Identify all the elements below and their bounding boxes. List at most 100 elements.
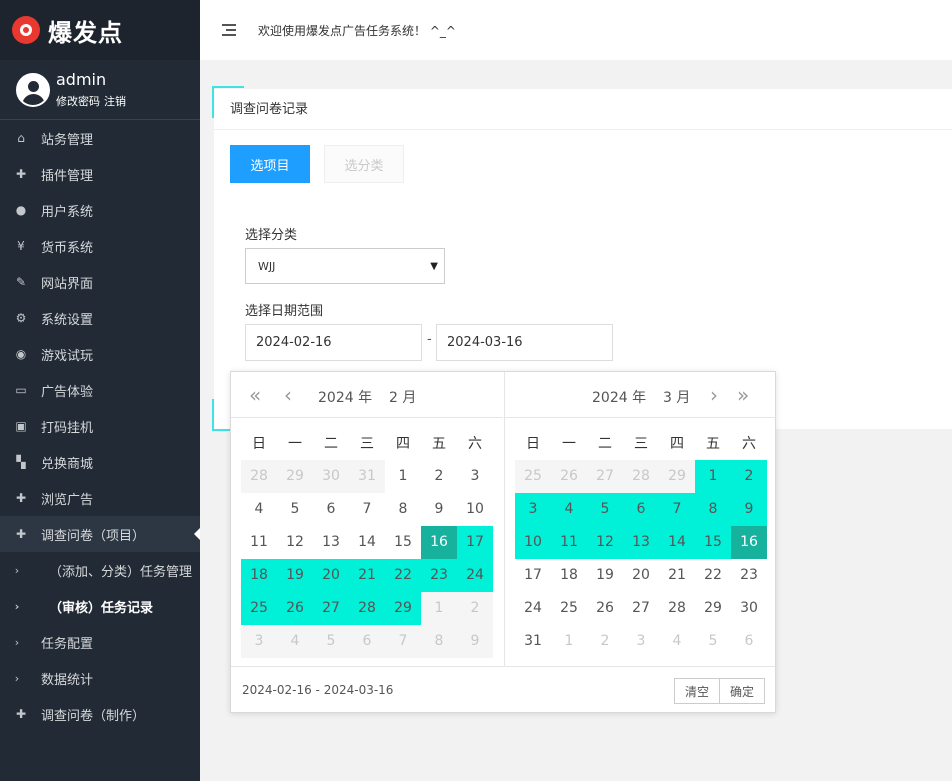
sidebar-subitem-3[interactable]: › 任务配置 xyxy=(0,624,200,660)
day-cell[interactable]: 5 xyxy=(695,625,731,658)
day-cell[interactable]: 26 xyxy=(587,592,623,625)
sidebar-item-9[interactable]: ▣ 打码挂机 xyxy=(0,408,200,444)
day-cell[interactable]: 3 xyxy=(515,493,551,526)
day-cell[interactable]: 10 xyxy=(515,526,551,559)
sidebar-item-7[interactable]: ◉ 游戏试玩 xyxy=(0,336,200,372)
day-cell[interactable]: 5 xyxy=(313,625,349,658)
day-cell[interactable]: 29 xyxy=(385,592,421,625)
day-cell[interactable]: 6 xyxy=(731,625,767,658)
day-cell[interactable]: 25 xyxy=(241,592,277,625)
day-cell[interactable]: 1 xyxy=(421,592,457,625)
day-cell[interactable]: 1 xyxy=(385,460,421,493)
day-cell[interactable]: 19 xyxy=(277,559,313,592)
sidebar-subitem-1[interactable]: › （添加、分类）任务管理 xyxy=(0,552,200,588)
day-cell[interactable]: 6 xyxy=(313,493,349,526)
day-cell[interactable]: 11 xyxy=(551,526,587,559)
day-cell[interactable]: 5 xyxy=(587,493,623,526)
menu-toggle-icon[interactable] xyxy=(222,24,238,36)
day-cell[interactable]: 14 xyxy=(349,526,385,559)
sidebar-item-5[interactable]: ✎ 网站界面 xyxy=(0,264,200,300)
day-cell[interactable]: 11 xyxy=(241,526,277,559)
logout-link[interactable]: 注销 xyxy=(104,95,126,108)
day-cell[interactable]: 24 xyxy=(515,592,551,625)
day-cell[interactable]: 2 xyxy=(587,625,623,658)
right-year[interactable]: 2024 年 xyxy=(592,387,646,407)
day-cell[interactable]: 4 xyxy=(277,625,313,658)
day-cell[interactable]: 15 xyxy=(695,526,731,559)
day-cell[interactable]: 19 xyxy=(587,559,623,592)
day-cell[interactable]: 30 xyxy=(731,592,767,625)
day-cell[interactable]: 8 xyxy=(385,493,421,526)
day-cell[interactable]: 1 xyxy=(551,625,587,658)
day-cell[interactable]: 17 xyxy=(457,526,493,559)
sidebar-subitem-2[interactable]: › （审核）任务记录 xyxy=(0,588,200,624)
day-cell[interactable]: 8 xyxy=(421,625,457,658)
sidebar-item-3[interactable]: ● 用户系统 xyxy=(0,192,200,228)
day-cell[interactable]: 30 xyxy=(313,460,349,493)
day-cell[interactable]: 16 xyxy=(731,526,767,559)
day-cell[interactable]: 20 xyxy=(313,559,349,592)
logo[interactable]: 爆发点 xyxy=(0,0,200,60)
sidebar-item-8[interactable]: ▭ 广告体验 xyxy=(0,372,200,408)
day-cell[interactable]: 23 xyxy=(421,559,457,592)
clear-button[interactable]: 清空 xyxy=(674,678,720,704)
day-cell[interactable]: 27 xyxy=(313,592,349,625)
sidebar-item-11[interactable]: ✚ 浏览广告 xyxy=(0,480,200,516)
day-cell[interactable]: 18 xyxy=(551,559,587,592)
sidebar-item-6[interactable]: ⚙ 系统设置 xyxy=(0,300,200,336)
day-cell[interactable]: 31 xyxy=(515,625,551,658)
day-cell[interactable]: 6 xyxy=(349,625,385,658)
day-cell[interactable]: 29 xyxy=(277,460,313,493)
sidebar-item-survey-make[interactable]: ✚ 调查问卷（制作） xyxy=(0,696,200,732)
left-year[interactable]: 2024 年 xyxy=(318,387,372,407)
day-cell[interactable]: 2 xyxy=(421,460,457,493)
day-cell[interactable]: 7 xyxy=(659,493,695,526)
day-cell[interactable]: 9 xyxy=(457,625,493,658)
sidebar-subitem-4[interactable]: › 数据统计 xyxy=(0,660,200,696)
day-cell[interactable]: 28 xyxy=(241,460,277,493)
confirm-button[interactable]: 确定 xyxy=(719,678,765,704)
day-cell[interactable]: 16 xyxy=(421,526,457,559)
day-cell[interactable]: 12 xyxy=(277,526,313,559)
next-month-icon[interactable]: › xyxy=(710,383,718,407)
day-cell[interactable]: 23 xyxy=(731,559,767,592)
sidebar-item-4[interactable]: ¥ 货币系统 xyxy=(0,228,200,264)
prev-month-icon[interactable]: ‹ xyxy=(284,383,292,407)
left-month[interactable]: 2 月 xyxy=(389,387,416,407)
change-password-link[interactable]: 修改密码 xyxy=(56,95,100,108)
day-cell[interactable]: 3 xyxy=(457,460,493,493)
right-month[interactable]: 3 月 xyxy=(663,387,690,407)
date-end-input[interactable]: 2024-03-16 xyxy=(436,324,613,361)
day-cell[interactable]: 1 xyxy=(695,460,731,493)
select-project-button[interactable]: 选项目 xyxy=(230,145,310,183)
day-cell[interactable]: 9 xyxy=(731,493,767,526)
day-cell[interactable]: 21 xyxy=(349,559,385,592)
day-cell[interactable]: 22 xyxy=(695,559,731,592)
day-cell[interactable]: 26 xyxy=(277,592,313,625)
select-category-button[interactable]: 选分类 xyxy=(324,145,404,183)
day-cell[interactable]: 24 xyxy=(457,559,493,592)
day-cell[interactable]: 29 xyxy=(695,592,731,625)
day-cell[interactable]: 2 xyxy=(731,460,767,493)
day-cell[interactable]: 29 xyxy=(659,460,695,493)
day-cell[interactable]: 4 xyxy=(659,625,695,658)
day-cell[interactable]: 28 xyxy=(659,592,695,625)
day-cell[interactable]: 27 xyxy=(587,460,623,493)
day-cell[interactable]: 10 xyxy=(457,493,493,526)
day-cell[interactable]: 25 xyxy=(551,592,587,625)
day-cell[interactable]: 25 xyxy=(515,460,551,493)
day-cell[interactable]: 15 xyxy=(385,526,421,559)
day-cell[interactable]: 26 xyxy=(551,460,587,493)
sidebar-item-2[interactable]: ✚ 插件管理 xyxy=(0,156,200,192)
day-cell[interactable]: 20 xyxy=(623,559,659,592)
sidebar-item-10[interactable]: ▚ 兑换商城 xyxy=(0,444,200,480)
day-cell[interactable]: 21 xyxy=(659,559,695,592)
day-cell[interactable]: 18 xyxy=(241,559,277,592)
category-select[interactable]: WJJ ▼ xyxy=(245,248,445,284)
day-cell[interactable]: 22 xyxy=(385,559,421,592)
prev-year-icon[interactable]: « xyxy=(249,383,261,407)
day-cell[interactable]: 9 xyxy=(421,493,457,526)
day-cell[interactable]: 8 xyxy=(695,493,731,526)
day-cell[interactable]: 28 xyxy=(349,592,385,625)
date-start-input[interactable]: 2024-02-16 xyxy=(245,324,422,361)
